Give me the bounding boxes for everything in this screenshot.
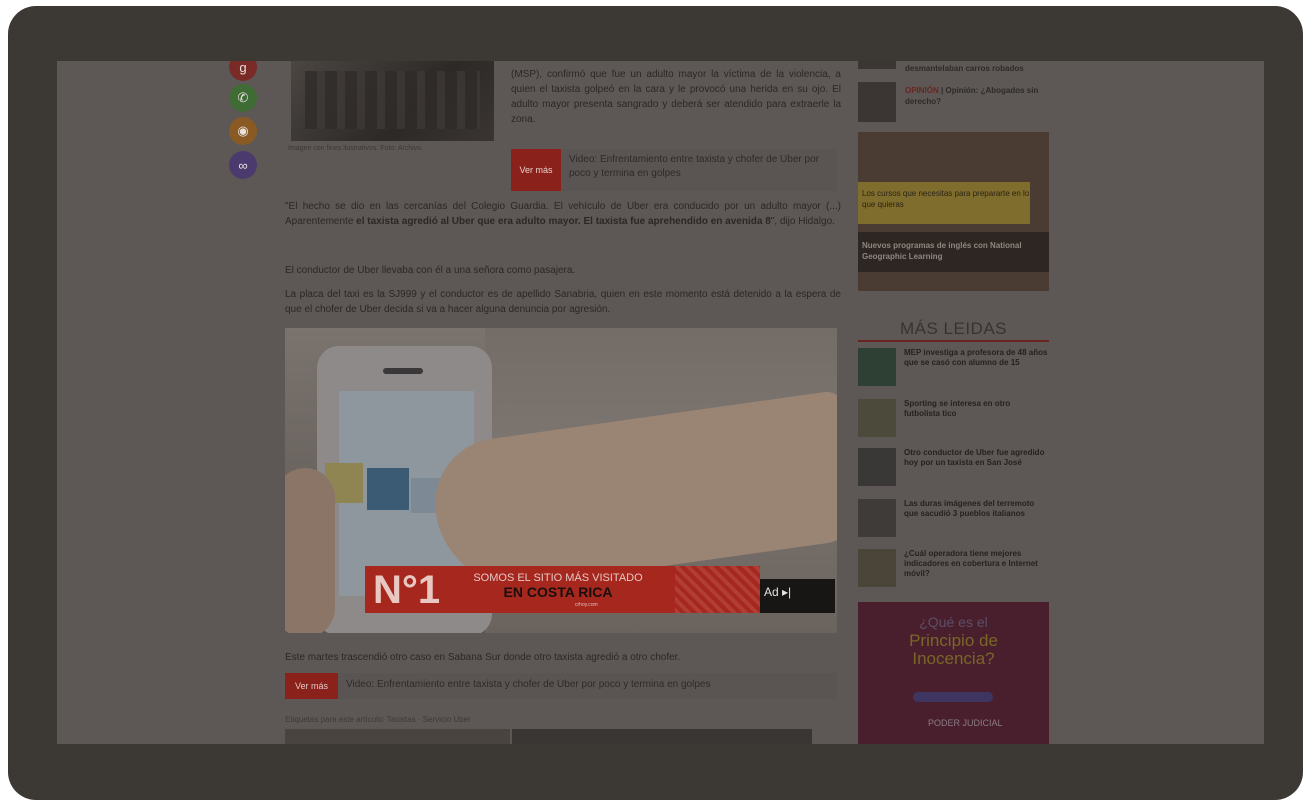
ad2-main-text: Principio de Inocencia? [909, 631, 998, 668]
article-paragraph: El conductor de Uber llevaba con él a un… [285, 265, 576, 276]
ad-line2: EN COSTA RICA [503, 584, 613, 600]
ad2-button[interactable] [913, 692, 993, 702]
related-video-link-2[interactable]: Video: Enfrentamiento entre taxista y ch… [346, 679, 826, 690]
browser-viewport: g ✆ ◉ ∞ Imagen con fines ilustrativos. F… [57, 61, 1264, 744]
article-paragraph: "El hecho se dio en las cercanías del Co… [285, 201, 841, 227]
article-photo [291, 61, 494, 141]
bottom-image-2 [512, 729, 812, 744]
list-item[interactable]: MEP investiga a profesora de 48 años que… [858, 348, 1049, 390]
list-item[interactable]: Otro conductor de Uber fue agredido hoy … [858, 448, 1049, 490]
ad1-text-2: Nuevos programas de inglés con National … [862, 241, 1022, 261]
article-tags: Etiquetas para este artículo: Taxistas ·… [285, 715, 471, 724]
google-plus-icon[interactable]: g [229, 61, 257, 81]
ad-tag: crhoy.com [575, 602, 598, 608]
ad-skip-label[interactable]: Ad ▸| [764, 585, 791, 599]
ad-line1: SOMOS EL SITIO MÁS VISITADO [473, 572, 643, 584]
whatsapp-icon[interactable]: ✆ [229, 84, 257, 112]
sidebar-top-item-2[interactable]: OPINIÓN | Opinión: ¿Abogados sin derecho… [905, 85, 1049, 107]
sidebar-thumb[interactable] [858, 82, 896, 122]
list-item[interactable]: Sporting se interesa en otro futbolista … [858, 399, 1049, 441]
ad2-question: ¿Qué es el [919, 614, 988, 630]
sidebar-ad-inocencia[interactable]: ¿Qué es el Principio de Inocencia? PODER… [858, 602, 1049, 744]
article-lead: (MSP), confirmó que fue un adulto mayor … [511, 69, 841, 125]
page-frame: g ✆ ◉ ∞ Imagen con fines ilustrativos. F… [0, 0, 1303, 800]
photo-caption: Imagen con fines ilustrativos. Foto: Arc… [288, 145, 424, 152]
mas-leidas-divider [858, 340, 1049, 342]
rss-icon[interactable]: ◉ [229, 117, 257, 145]
list-item[interactable]: Las duras imágenes del terremoto que sac… [858, 499, 1049, 541]
article-paragraph: Este martes trascendió otro caso en Saba… [285, 652, 681, 663]
related-video-link[interactable]: Video: Enfrentamiento entre taxista y ch… [569, 153, 831, 181]
video-ad-banner[interactable]: N°1 SOMOS EL SITIO MÁS VISITADO EN COSTA… [365, 566, 760, 613]
bottom-image-1 [285, 729, 510, 744]
sidebar-top-item-1[interactable]: desmantelaban carros robados [905, 63, 1049, 74]
article-bold-text: el taxista agredió al Uber que era adult… [356, 216, 771, 227]
list-item[interactable]: ¿Cuál operadora tiene mejores indicadore… [858, 549, 1049, 591]
poder-judicial-logo: PODER JUDICIAL [928, 718, 1003, 728]
article-paragraph: La placa del taxi es la SJ999 y el condu… [285, 289, 841, 315]
ver-mas-button-2[interactable]: Ver más [285, 673, 338, 699]
ad1-text-1: Los cursos que necesitas para prepararte… [862, 189, 1030, 209]
sidebar-thumb[interactable] [858, 61, 896, 69]
mas-leidas-title: MÁS LEIDAS [899, 319, 1008, 338]
sidebar-ad-courses[interactable]: Los cursos que necesitas para prepararte… [858, 132, 1049, 291]
ver-mas-button[interactable]: Ver más [511, 149, 561, 191]
link-icon[interactable]: ∞ [229, 151, 257, 179]
ad-n1-text: N°1 [373, 568, 441, 612]
